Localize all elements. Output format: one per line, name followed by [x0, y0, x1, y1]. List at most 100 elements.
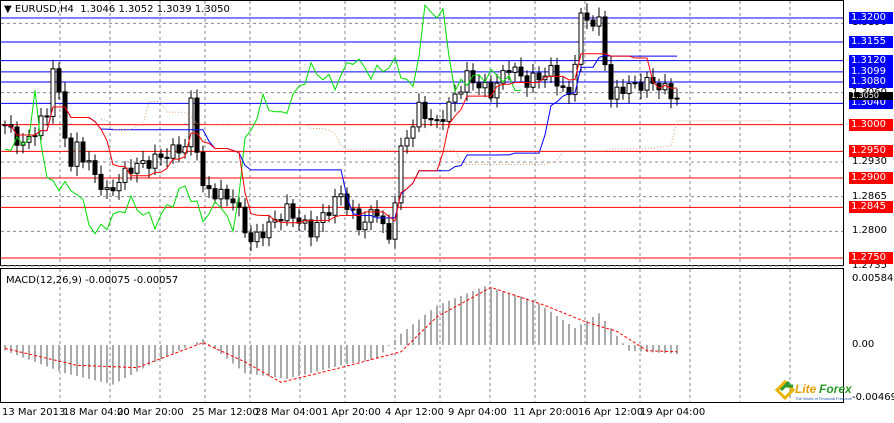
candle — [548, 64, 554, 77]
candle — [158, 153, 164, 158]
candle — [128, 167, 134, 174]
signal-line — [4, 286, 678, 383]
macd-label: MACD(12,26,9) -0.00075 -0.00057 — [6, 275, 179, 286]
candle — [92, 160, 98, 175]
candle — [224, 188, 230, 200]
level-label: 1.2750 — [849, 252, 893, 264]
time-label: 25 Mar 12:00 — [192, 407, 259, 418]
candle — [314, 221, 320, 238]
candle — [86, 160, 92, 163]
candle — [380, 215, 386, 225]
macd-panel — [0, 268, 844, 403]
low-price: 1.3039 — [156, 4, 192, 15]
level-label: 1.3200 — [849, 12, 893, 24]
candle — [62, 91, 68, 139]
level-label: 1.3120 — [849, 54, 893, 67]
candle — [308, 219, 314, 238]
candle — [146, 160, 152, 169]
candle — [200, 151, 206, 187]
candle — [506, 70, 512, 73]
candle — [596, 16, 602, 27]
time-label: 28 Mar 04:00 — [255, 407, 322, 418]
candle — [470, 70, 476, 84]
price-tick: 1.2865 — [852, 190, 887, 202]
candle — [212, 188, 218, 200]
time-label: 9 Apr 04:00 — [448, 407, 507, 418]
level-label: 1.3155 — [849, 36, 893, 48]
level-label: 1.2900 — [849, 172, 893, 184]
level-label: 1.3000 — [849, 118, 893, 131]
candle — [242, 206, 248, 234]
candle — [254, 231, 260, 243]
candle — [590, 19, 596, 27]
time-label: 4 Apr 12:00 — [385, 407, 444, 418]
candle — [332, 196, 338, 216]
candle — [152, 153, 158, 169]
candle — [218, 188, 224, 200]
candle — [248, 232, 254, 243]
candle — [80, 141, 86, 163]
candle — [512, 66, 518, 73]
candle — [638, 82, 644, 91]
candle — [98, 173, 104, 190]
chart-header: ▼ EURUSD,H4 1.3046 1.3052 1.3039 1.3050 — [4, 4, 230, 15]
candle — [674, 97, 680, 100]
candle — [176, 144, 182, 154]
candle — [530, 72, 536, 88]
symbol: EURUSD,H4 — [14, 4, 74, 15]
level-label: 1.2950 — [849, 145, 893, 158]
high-price: 1.3052 — [118, 4, 154, 15]
candle — [74, 141, 80, 167]
candle — [68, 137, 74, 167]
candle — [206, 185, 212, 190]
candle — [56, 68, 62, 93]
candle — [602, 16, 608, 66]
svg-text:Lite: Lite — [795, 382, 817, 396]
candle — [290, 203, 296, 219]
time-label: 1 Apr 20:00 — [322, 407, 381, 418]
candle — [518, 66, 524, 77]
candle — [320, 212, 326, 223]
candle — [632, 82, 638, 85]
candle — [284, 203, 290, 222]
candle — [410, 126, 416, 139]
svg-text:The World of Financial Freedom: The World of Financial Freedom — [795, 396, 853, 401]
macd-tick: -0.00469 — [852, 392, 894, 403]
candle — [644, 76, 650, 91]
candle — [428, 117, 434, 121]
candle — [362, 221, 368, 231]
main-panel — [0, 0, 844, 266]
current-price-label: 1.3050 — [849, 92, 893, 100]
candle — [434, 119, 440, 122]
svg-text:Forex: Forex — [819, 382, 853, 396]
candle — [194, 97, 200, 153]
candle — [164, 156, 170, 159]
candle — [536, 72, 542, 81]
candle — [626, 83, 632, 94]
candle — [104, 187, 110, 190]
candle — [356, 208, 362, 231]
candle — [452, 93, 458, 103]
candle — [482, 81, 488, 89]
liteforex-logo: Lite Forex The World of Financial Freedo… — [773, 378, 853, 402]
candle — [170, 144, 176, 159]
candle — [110, 187, 116, 192]
candle — [458, 91, 464, 95]
candle — [584, 12, 590, 21]
candle — [578, 12, 584, 65]
candle — [134, 162, 140, 174]
candle — [422, 101, 428, 119]
macd-tick: 0.00 — [852, 339, 875, 350]
time-label: 19 Apr 04:00 — [640, 407, 706, 418]
candle — [266, 221, 272, 239]
candle — [116, 181, 122, 192]
time-label: 11 Apr 20:00 — [513, 407, 579, 418]
candle — [440, 119, 446, 122]
time-label: 20 Mar 20:00 — [117, 407, 184, 418]
candle — [230, 198, 236, 204]
price-chart[interactable] — [0, 0, 894, 423]
candle — [560, 85, 566, 88]
candle — [326, 212, 332, 216]
candle — [122, 167, 128, 183]
close-price: 1.3050 — [194, 4, 230, 15]
